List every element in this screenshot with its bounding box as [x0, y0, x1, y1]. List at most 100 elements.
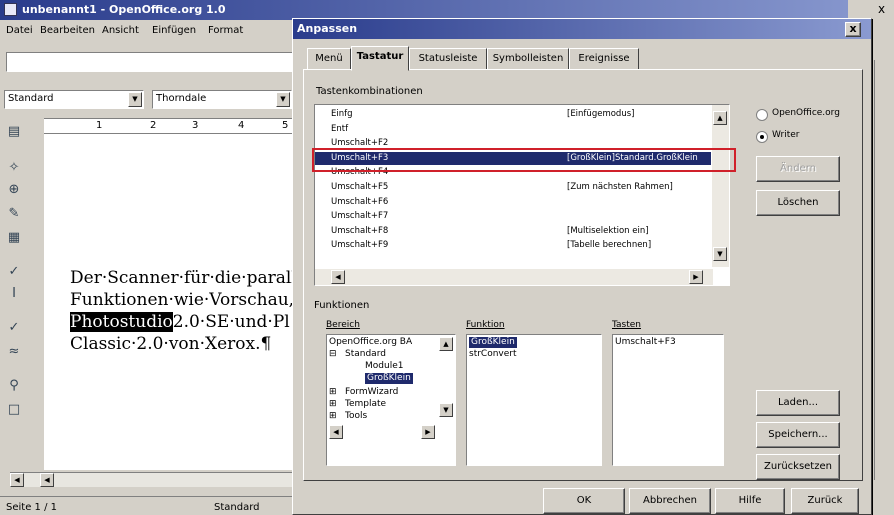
- edit-icon[interactable]: ▤: [4, 122, 24, 142]
- shortcut-key: Umschalt+F9: [331, 240, 389, 251]
- table-icon[interactable]: ▦: [4, 228, 24, 248]
- radio-selected-icon: [756, 131, 768, 143]
- shortcut-row[interactable]: Umschalt+F4: [315, 166, 711, 179]
- autocorrect-icon[interactable]: ✓: [4, 318, 24, 338]
- shortcuts-vscroll[interactable]: ▲ ▼: [712, 105, 729, 267]
- shortcuts-list[interactable]: Einfg [Einfügemodus] Entf Umschalt+F2 Umscha…: [314, 104, 730, 286]
- document-line: Classic·2.0·von·Xerox.¶: [70, 334, 272, 354]
- area-tree[interactable]: OpenOffice.org BA ⊟ Standard Module1 Gro…: [326, 334, 456, 466]
- dialog-title: Anpassen: [297, 22, 358, 35]
- shortcut-command: [GroßKlein]Standard.GroßKlein: [567, 152, 698, 163]
- tab-menu[interactable]: Menü: [307, 48, 351, 70]
- tree-item[interactable]: Template: [345, 399, 386, 410]
- document-line: Funktionen·wie·Vorschau,: [70, 290, 295, 310]
- tree-expand-icon[interactable]: ⊞: [329, 387, 337, 398]
- tab-events[interactable]: Ereignisse: [569, 48, 639, 70]
- tree-item[interactable]: OpenOffice.org BA: [329, 337, 412, 348]
- dialog-close-button[interactable]: x: [845, 22, 861, 37]
- text-cursor-icon[interactable]: I: [4, 284, 24, 304]
- shortcut-row[interactable]: Umschalt+F2: [315, 137, 711, 150]
- spelling-underline-icon[interactable]: ≈: [4, 342, 24, 362]
- shortcut-row[interactable]: Umschalt+F5 [Zum nächsten Rahmen]: [315, 181, 711, 194]
- scroll-left-icon[interactable]: ◀: [329, 425, 343, 439]
- main-vscroll[interactable]: [874, 60, 894, 480]
- cancel-button[interactable]: Abbrechen: [629, 488, 711, 514]
- save-button[interactable]: Speichern...: [756, 422, 840, 448]
- menu-datei[interactable]: Datei: [6, 25, 33, 36]
- tab-keyboard[interactable]: Tastatur: [351, 46, 409, 71]
- load-button[interactable]: Laden...: [756, 390, 840, 416]
- tree-expand-icon[interactable]: ⊞: [329, 411, 337, 422]
- autopilot-icon[interactable]: ✧: [4, 158, 24, 178]
- scroll-right-icon[interactable]: ▶: [689, 270, 703, 284]
- modify-button[interactable]: Ändern: [756, 156, 840, 182]
- style-combo[interactable]: Standard ▼: [4, 90, 144, 109]
- back-button[interactable]: Zurück: [791, 488, 859, 514]
- tree-item[interactable]: Module1: [365, 361, 403, 372]
- insert-object-icon[interactable]: ⊕: [4, 180, 24, 200]
- menu-ansicht[interactable]: Ansicht: [102, 25, 139, 36]
- scroll-left-icon[interactable]: ◀: [40, 473, 54, 487]
- app-icon: [4, 3, 17, 16]
- help-button[interactable]: Hilfe: [715, 488, 785, 514]
- shortcut-row[interactable]: Umschalt+F7: [315, 210, 711, 223]
- menu-format[interactable]: Format: [208, 25, 243, 36]
- tree-item[interactable]: FormWizard: [345, 387, 398, 398]
- chevron-down-icon[interactable]: ▼: [276, 92, 290, 107]
- scroll-up-icon[interactable]: ▲: [439, 337, 453, 351]
- scroll-right-icon[interactable]: ▶: [421, 425, 435, 439]
- tab-toolbars[interactable]: Symbolleisten: [487, 48, 569, 70]
- scroll-left-icon[interactable]: ◀: [10, 473, 24, 487]
- style-value: Standard: [8, 93, 54, 104]
- main-toolbar: ▤ ✧ ⊕ ✎ ▦ ✓ I ✓ ≈ ⚲ □: [0, 118, 30, 468]
- radio-icon: [756, 109, 768, 121]
- font-combo[interactable]: Thorndale ▼: [152, 90, 292, 109]
- main-close-icon[interactable]: x: [878, 2, 885, 16]
- tree-expand-icon[interactable]: ⊟: [329, 349, 337, 360]
- col-function-label: Funktion: [466, 320, 505, 330]
- tab-statusbar[interactable]: Statusleiste: [409, 48, 487, 70]
- tree-item[interactable]: Tools: [345, 411, 367, 419]
- tree-expand-icon[interactable]: ⊞: [329, 399, 337, 410]
- menu-bearbeiten[interactable]: Bearbeiten: [40, 25, 95, 36]
- function-item-selected[interactable]: GroßKlein: [469, 337, 517, 348]
- function-item[interactable]: strConvert: [469, 349, 517, 360]
- horizontal-scrollbar[interactable]: ◀ ◀: [10, 472, 298, 487]
- document-line-rest: 2.0·SE·und·Pl: [172, 312, 290, 332]
- shortcut-row[interactable]: Einfg [Einfügemodus]: [315, 108, 711, 121]
- shortcut-row-selected[interactable]: Umschalt+F3 [GroßKlein]Standard.GroßKlein: [315, 151, 711, 165]
- scroll-down-icon[interactable]: ▼: [439, 403, 453, 417]
- delete-button[interactable]: Löschen: [756, 190, 840, 216]
- shortcut-row[interactable]: Umschalt+F8 [Multiselektion ein]: [315, 225, 711, 238]
- status-style: Standard: [214, 502, 260, 513]
- shortcut-row[interactable]: Umschalt+F9 [Tabelle berechnen]: [315, 239, 711, 252]
- document-page[interactable]: Der·Scanner·für·die·paralle Funktionen·w…: [44, 134, 307, 470]
- scroll-down-icon[interactable]: ▼: [713, 247, 727, 261]
- chevron-down-icon[interactable]: ▼: [128, 92, 142, 107]
- keys-list[interactable]: Umschalt+F3: [612, 334, 724, 466]
- keys-item[interactable]: Umschalt+F3: [615, 337, 676, 348]
- find-icon[interactable]: ⚲: [4, 376, 24, 396]
- scroll-left-icon[interactable]: ◀: [331, 270, 345, 284]
- shortcut-command: [Einfügemodus]: [567, 109, 635, 119]
- shortcut-key: Umschalt+F3: [331, 152, 389, 163]
- menu-einfuegen[interactable]: Einfügen: [152, 25, 196, 36]
- reset-button[interactable]: Zurücksetzen: [756, 454, 840, 480]
- ruler: 1 2 3 4 5: [44, 118, 298, 134]
- shortcut-row[interactable]: Umschalt+F6: [315, 196, 711, 209]
- tree-item[interactable]: Standard: [345, 349, 386, 360]
- function-list[interactable]: GroßKlein strConvert: [466, 334, 602, 466]
- draw-icon[interactable]: ✎: [4, 204, 24, 224]
- shortcut-key: Entf: [331, 123, 349, 134]
- ok-button[interactable]: OK: [543, 488, 625, 514]
- shortcut-row[interactable]: Entf: [315, 123, 711, 136]
- shortcut-key: Umschalt+F4: [331, 167, 389, 178]
- tree-item-selected[interactable]: GroßKlein: [365, 373, 413, 384]
- scroll-up-icon[interactable]: ▲: [713, 111, 727, 125]
- functions-group: Funktionen Bereich Funktion Tasten OpenO…: [312, 300, 736, 478]
- shortcuts-hscroll[interactable]: ◀ ▶: [315, 269, 713, 285]
- frame-icon[interactable]: □: [4, 400, 24, 420]
- shortcut-key: Umschalt+F2: [331, 138, 389, 149]
- url-field[interactable]: [6, 52, 296, 72]
- spellcheck-icon[interactable]: ✓: [4, 262, 24, 282]
